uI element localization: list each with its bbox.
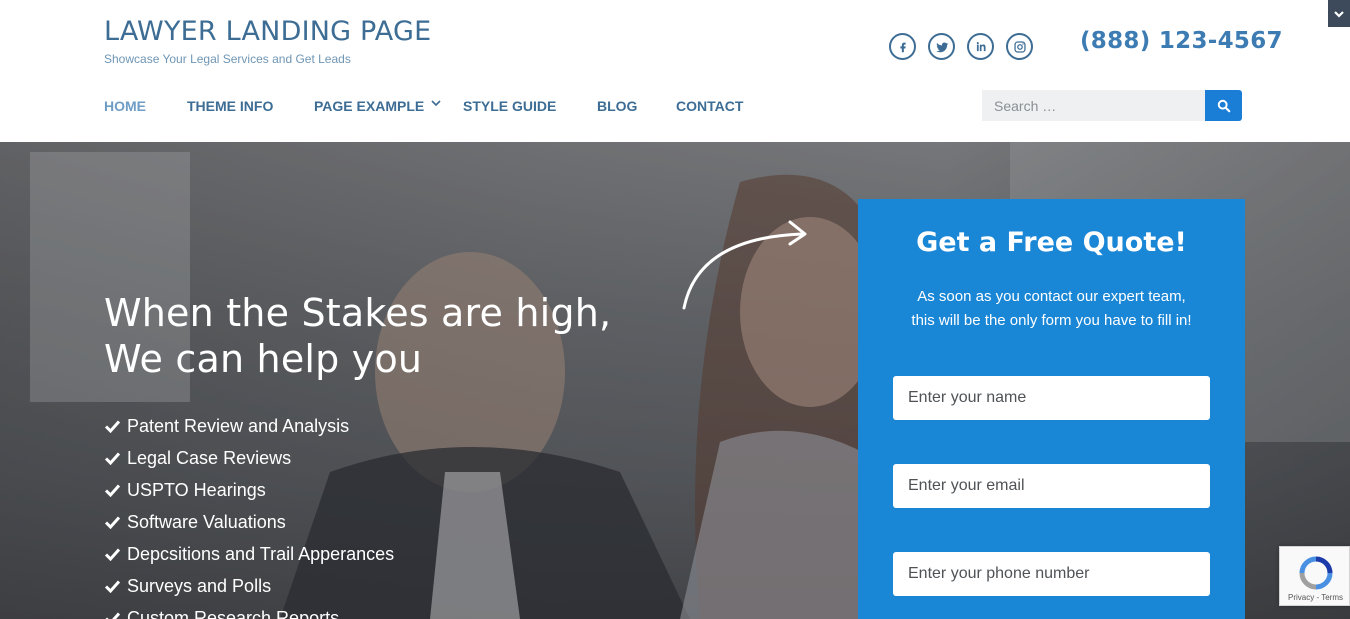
recaptcha-icon — [1299, 556, 1333, 590]
service-label: Patent Review and Analysis — [127, 415, 350, 436]
service-label: Surveys and Polls — [127, 575, 272, 596]
service-label: USPTO Hearings — [127, 479, 266, 500]
linkedin-icon[interactable] — [967, 33, 994, 60]
site-title[interactable]: LAWYER LANDING PAGE — [104, 16, 431, 47]
chevron-down-icon[interactable] — [1328, 0, 1350, 27]
site-tagline: Showcase Your Legal Services and Get Lea… — [104, 52, 351, 66]
nav-item-style-guide[interactable]: STYLE GUIDE — [463, 98, 556, 114]
list-item: Depcsitions and Trail Apperances — [104, 538, 394, 570]
check-icon — [104, 484, 121, 497]
phone-field[interactable] — [893, 552, 1210, 596]
hero-headline: When the Stakes are high, We can help yo… — [104, 290, 611, 382]
linkedin-glyph — [976, 41, 986, 51]
nav-item-page-example[interactable]: PAGE EXAMPLE — [314, 98, 424, 114]
name-field[interactable] — [893, 376, 1210, 420]
service-label: Depcsitions and Trail Apperances — [127, 543, 395, 564]
search-icon — [1217, 99, 1230, 112]
hero-headline-line-2: We can help you — [104, 337, 423, 381]
recaptcha-badge[interactable]: Privacy - Terms — [1279, 546, 1350, 606]
list-item: USPTO Hearings — [104, 474, 394, 506]
facebook-icon[interactable] — [889, 33, 916, 60]
service-label: Custom Research Reports — [127, 607, 340, 619]
check-icon — [104, 516, 121, 529]
check-icon — [104, 548, 121, 561]
curved-arrow-icon — [682, 220, 807, 310]
facebook-glyph — [899, 42, 906, 52]
twitter-icon[interactable] — [928, 33, 955, 60]
quote-form: Get a Free Quote! As soon as you contact… — [858, 199, 1245, 619]
search-button[interactable] — [1205, 90, 1242, 121]
twitter-glyph — [935, 42, 948, 52]
nav-item-contact[interactable]: CONTACT — [676, 98, 743, 114]
quote-form-subtitle-line-2: this will be the only form you have to f… — [911, 312, 1192, 329]
check-icon — [104, 580, 121, 593]
check-icon — [105, 612, 121, 619]
instagram-icon[interactable] — [1006, 33, 1033, 60]
phone-number[interactable]: (888) 123-4567 — [1080, 28, 1283, 54]
recaptcha-links[interactable]: Privacy - Terms — [1280, 593, 1350, 602]
service-label: Legal Case Reviews — [127, 447, 292, 468]
quote-form-title: Get a Free Quote! — [916, 227, 1187, 258]
list-item: Software Valuations — [104, 506, 394, 538]
email-field[interactable] — [893, 464, 1210, 508]
list-item: Patent Review and Analysis — [104, 410, 394, 442]
services-list: Patent Review and Analysis Legal Case Re… — [104, 410, 394, 619]
quote-form-subtitle-line-1: As soon as you contact our expert team, — [917, 288, 1186, 305]
hero-headline-line-1: When the Stakes are high, — [104, 291, 612, 335]
quote-form-subtitle: As soon as you contact our expert team, … — [878, 285, 1225, 333]
check-icon — [104, 452, 121, 465]
search-input[interactable] — [982, 90, 1205, 121]
list-item: Custom Research Reports — [104, 602, 394, 619]
nav-item-home[interactable]: HOME — [104, 98, 146, 114]
check-icon — [104, 420, 121, 433]
nav-item-blog[interactable]: BLOG — [597, 98, 637, 114]
nav-item-theme-info[interactable]: THEME INFO — [187, 98, 273, 114]
service-label: Software Valuations — [127, 511, 286, 532]
list-item: Legal Case Reviews — [104, 442, 394, 474]
list-item: Surveys and Polls — [104, 570, 394, 602]
site-header: LAWYER LANDING PAGE Showcase Your Legal … — [0, 0, 1350, 142]
chevron-down-icon[interactable] — [430, 97, 442, 109]
instagram-glyph — [1013, 40, 1026, 53]
